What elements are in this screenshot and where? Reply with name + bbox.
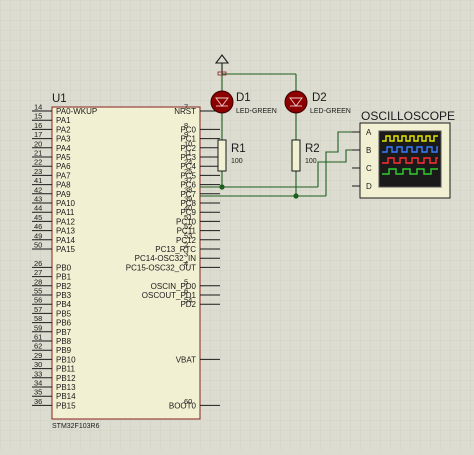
pin-number: 42	[34, 185, 42, 194]
junction-dot	[219, 184, 225, 190]
pin-name: PA15	[56, 245, 76, 254]
pin-number: 56	[34, 296, 42, 305]
resistor-r1-value: 100	[231, 158, 243, 165]
pin-number: 23	[34, 167, 42, 176]
pin-number: 27	[34, 268, 42, 277]
pin-number: 49	[34, 231, 42, 240]
pin-name: PD2	[180, 300, 196, 309]
channel-label: B	[366, 146, 371, 155]
pin-number: 62	[34, 342, 42, 351]
pin-name: BOOT0	[169, 401, 197, 410]
pin-number: 61	[34, 333, 42, 342]
pin-name: PB10	[56, 355, 76, 364]
led-d2-value: LED-GREEN	[310, 108, 351, 115]
channel-label: C	[366, 164, 372, 173]
pin-number: 14	[34, 103, 42, 112]
pin-name: PC13_RTC	[155, 245, 196, 254]
pin-number: 22	[34, 158, 42, 167]
pin-number: 44	[34, 204, 42, 213]
pin-name: PA1	[56, 116, 71, 125]
pin-number: 33	[34, 369, 42, 378]
pin-name: PA7	[56, 171, 71, 180]
led-d2-body	[284, 90, 308, 114]
oscilloscope-title: OSCILLOSCOPE	[361, 109, 455, 123]
pin-number: 46	[34, 222, 42, 231]
ic-u1[interactable]: U1 STM32F103R6 14 PA0-WKUP 15 PA1 16 PA2 17 PA3…	[32, 93, 220, 430]
pin-name: PA8	[56, 181, 71, 190]
pin-name: PB13	[56, 383, 76, 392]
pin-number: 58	[34, 314, 42, 323]
pin-name: PB12	[56, 374, 76, 383]
pin-name: PB3	[56, 291, 72, 300]
pin-name: PA14	[56, 236, 76, 245]
pin-name: PA4	[56, 144, 71, 153]
pin-name: PA11	[56, 208, 75, 217]
pin-name: PB1	[56, 273, 72, 282]
pin-name: PA5	[56, 153, 71, 162]
pin-number: 45	[34, 213, 42, 222]
pin-number: 59	[34, 323, 42, 332]
pin-number: 41	[34, 176, 42, 185]
pin-number: 16	[34, 121, 42, 130]
pin-number: 26	[34, 259, 42, 268]
ic-reference: U1	[52, 93, 67, 105]
resistor-r2-value: 100	[305, 158, 317, 165]
led-d1-value: LED-GREEN	[236, 108, 277, 115]
pin-name: PA9	[56, 190, 71, 199]
pin-name: PA13	[56, 227, 76, 236]
pin-name: VBAT	[176, 355, 196, 364]
pin-name: NRST	[174, 107, 196, 116]
pin-number: 35	[34, 388, 42, 397]
pin-number: 20	[34, 139, 42, 148]
led-d1-reference: D1	[236, 92, 251, 104]
pin-name: PB11	[56, 365, 76, 374]
pin-name: PA2	[56, 125, 71, 134]
pin-number: 55	[34, 287, 42, 296]
resistor-r2-reference: R2	[305, 143, 320, 155]
schematic-canvas: U1 STM32F103R6 14 PA0-WKUP 15 PA1 16 PA2 17 PA3…	[0, 0, 474, 450]
pin-number: 43	[34, 195, 42, 204]
pin-name: OSCIN_PD0	[151, 282, 197, 291]
junction-dot	[293, 193, 299, 199]
pin-number: 28	[34, 277, 42, 286]
pin-name: PB14	[56, 392, 76, 401]
pin-name: PB15	[56, 401, 76, 410]
pin-name: PC0	[180, 125, 196, 134]
ic-part-number: STM32F103R6	[52, 423, 100, 430]
pin-number: 29	[34, 351, 42, 360]
oscilloscope-trace	[382, 135, 438, 142]
pin-number: 34	[34, 379, 42, 388]
pin-number: 50	[34, 241, 42, 250]
pin-name: PB7	[56, 328, 72, 337]
resistor-r1-reference: R1	[231, 143, 246, 155]
pin-number: 36	[34, 397, 42, 406]
led-d2-reference: D2	[312, 92, 327, 104]
channel-label: D	[366, 182, 372, 191]
oscilloscope[interactable]: OSCILLOSCOPE ABCD	[352, 109, 455, 199]
pin-name: PA3	[56, 135, 71, 144]
pin-name: PB6	[56, 319, 72, 328]
pin-name: PB4	[56, 300, 72, 309]
pin-number: 21	[34, 149, 42, 158]
led-d1-body	[210, 90, 234, 114]
pin-number: 17	[34, 130, 42, 139]
pin-name: PA10	[56, 199, 76, 208]
pin-name: PB0	[56, 263, 72, 272]
pin-name: PC15-OSC32_OUT	[126, 263, 196, 272]
pin-name: PB8	[56, 337, 72, 346]
channel-label: A	[366, 128, 372, 137]
pin-name: PA12	[56, 217, 76, 226]
pin-name: PB5	[56, 309, 72, 318]
pin-name: PB9	[56, 346, 72, 355]
resistor-r2-body	[291, 139, 301, 172]
pin-number: 15	[34, 112, 42, 121]
pin-name: PA0-WKUP	[56, 107, 97, 116]
resistor-r1-body	[217, 139, 227, 172]
pin-name: PB2	[56, 282, 72, 291]
pin-number: 57	[34, 305, 42, 314]
pin-number: 30	[34, 360, 42, 369]
schematic-svg: U1 STM32F103R6 14 PA0-WKUP 15 PA1 16 PA2 17 PA3…	[0, 0, 474, 450]
pin-name: PA6	[56, 162, 71, 171]
